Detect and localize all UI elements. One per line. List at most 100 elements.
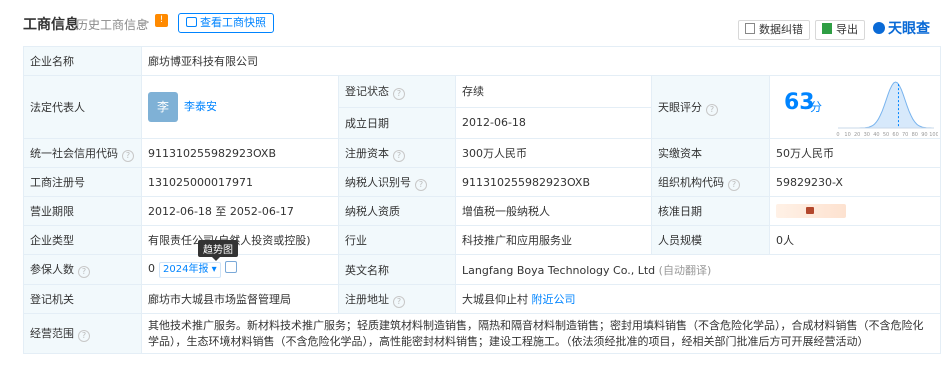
score-tick-label: 70 bbox=[902, 132, 908, 138]
scope-label-cell: 经营范围? bbox=[23, 313, 142, 354]
reg-status-value: 存续 bbox=[455, 75, 652, 108]
industry-value: 科技推广和应用服务业 bbox=[455, 225, 652, 255]
approve-date-cell[interactable] bbox=[768, 196, 942, 226]
score-widget[interactable]: 63 分 0 10 20 30 40 50 60 70 80 90 100 bbox=[776, 76, 938, 138]
insured-count: 0 bbox=[148, 262, 155, 275]
history-arrow-icon[interactable]: > bbox=[140, 15, 150, 29]
scope-value: 其他技术推广服务。新材料技术推广服务；轻质建筑材料制造销售，隔热和隔音材料制造销… bbox=[140, 313, 942, 354]
camera-icon bbox=[186, 17, 197, 27]
address-label: 注册地址 bbox=[345, 292, 389, 306]
avatar: 李 bbox=[148, 92, 178, 122]
score-tick-label: 90 bbox=[921, 132, 927, 138]
reg-capital-label-cell: 注册资本? bbox=[338, 138, 456, 168]
scope-label: 经营范围 bbox=[30, 327, 74, 340]
year-report-dropdown[interactable]: 2024年报 ▾ bbox=[159, 262, 221, 278]
credit-code-value: 911310255982923OXB bbox=[141, 138, 339, 168]
english-name-value: Langfang Boya Technology Co., Ltd bbox=[462, 263, 656, 277]
taxpayer-id-label: 纳税人识别号 bbox=[345, 175, 411, 189]
credit-code-label: 统一社会信用代码 bbox=[30, 146, 118, 160]
score-curve-area bbox=[838, 82, 934, 128]
help-icon[interactable]: ? bbox=[78, 330, 90, 342]
company-name-value: 廊坊博亚科技有限公司 bbox=[140, 46, 942, 76]
logo-icon bbox=[873, 22, 885, 34]
address-value: 大城县仰止村 bbox=[462, 293, 528, 306]
english-name-cell: Langfang Boya Technology Co., Ltd (自动翻译) bbox=[454, 254, 942, 285]
address-label-cell: 注册地址? bbox=[338, 284, 456, 314]
type-value: 有限责任公司(自然人投资或控股) bbox=[141, 225, 339, 255]
help-icon[interactable]: ? bbox=[728, 178, 740, 191]
taxpayer-id-value: 911310255982923OXB bbox=[455, 167, 652, 197]
score-label-cell: 天眼评分? bbox=[651, 75, 770, 139]
help-icon[interactable]: ? bbox=[122, 149, 134, 162]
help-icon[interactable]: ? bbox=[393, 295, 405, 308]
insured-cell: 0 2024年报 ▾ bbox=[141, 254, 339, 285]
section-title: 工商信息 bbox=[23, 17, 79, 33]
score-tick-label: 0 bbox=[836, 132, 839, 138]
score-tick-label: 50 bbox=[883, 132, 889, 138]
excel-icon bbox=[822, 23, 832, 34]
snapshot-button[interactable]: 查看工商快照 bbox=[178, 13, 274, 33]
reg-status-label-cell: 登记状态? bbox=[338, 75, 456, 108]
credit-code-label-cell: 统一社会信用代码? bbox=[23, 138, 142, 168]
help-icon[interactable]: ? bbox=[415, 178, 427, 191]
tianyancha-logo: 天眼查 bbox=[873, 18, 930, 38]
help-icon[interactable]: ? bbox=[706, 103, 718, 116]
insured-label-cell: 参保人数? bbox=[23, 254, 142, 285]
industry-label: 行业 bbox=[338, 225, 456, 255]
auto-translate-note: (自动翻译) bbox=[658, 263, 712, 277]
section-header: 工商信息 历史工商信息 > ! 查看工商快照 数据纠错 导出 天眼查 bbox=[0, 0, 950, 41]
notification-icon[interactable]: ! bbox=[155, 14, 168, 27]
company-name-label: 企业名称 bbox=[23, 46, 142, 76]
insured-label: 参保人数 bbox=[30, 263, 74, 276]
help-icon[interactable]: ? bbox=[393, 87, 405, 100]
help-icon[interactable]: ? bbox=[78, 266, 90, 278]
trend-chart-icon[interactable] bbox=[224, 261, 237, 273]
staff-size-value: 0人 bbox=[768, 225, 942, 255]
export-button[interactable]: 导出 bbox=[815, 20, 865, 40]
legal-rep-cell: 李李泰安 bbox=[141, 75, 339, 139]
score-label: 天眼评分 bbox=[658, 100, 702, 114]
org-code-label: 组织机构代码 bbox=[658, 175, 724, 189]
history-link[interactable]: 历史工商信息 bbox=[76, 16, 148, 33]
term-label: 营业期限 bbox=[23, 196, 142, 226]
term-value: 2012-06-18 至 2052-06-17 bbox=[141, 196, 339, 226]
locked-value[interactable] bbox=[776, 204, 846, 218]
tax-qual-value: 增值税一般纳税人 bbox=[455, 196, 652, 226]
score-tick-label: 80 bbox=[912, 132, 918, 138]
score-cell[interactable]: 63 分 0 10 20 30 40 50 60 70 80 90 100 bbox=[768, 75, 942, 139]
tax-qual-label: 纳税人资质 bbox=[338, 196, 456, 226]
authority-label: 登记机关 bbox=[23, 284, 142, 314]
reg-capital-value: 300万人民币 bbox=[455, 138, 652, 168]
found-date-value: 2012-06-18 bbox=[455, 106, 652, 139]
error-report-button[interactable]: 数据纠错 bbox=[738, 20, 810, 40]
legal-rep-label: 法定代表人 bbox=[23, 75, 142, 139]
trend-tooltip: 趋势图 bbox=[198, 240, 238, 261]
org-code-label-cell: 组织机构代码? bbox=[651, 167, 770, 197]
authority-value: 廊坊市大城县市场监督管理局 bbox=[141, 284, 339, 314]
found-date-label: 成立日期 bbox=[338, 106, 456, 139]
reg-no-label: 工商注册号 bbox=[23, 167, 142, 197]
business-info-table: 企业名称 廊坊博亚科技有限公司 法定代表人 李李泰安 登记状态? 存续 天眼评分… bbox=[23, 46, 942, 354]
reg-no-value: 131025000017971 bbox=[141, 167, 339, 197]
taxpayer-id-label-cell: 纳税人识别号? bbox=[338, 167, 456, 197]
score-distribution-chart: 0 10 20 30 40 50 60 70 80 90 100 bbox=[836, 81, 938, 138]
approve-date-label: 核准日期 bbox=[651, 196, 770, 226]
legal-rep-name-link[interactable]: 李泰安 bbox=[184, 100, 217, 113]
org-code-value: 59829230-X bbox=[768, 167, 942, 197]
score-tick-label: 20 bbox=[854, 132, 860, 138]
staff-size-label: 人员规模 bbox=[651, 225, 770, 255]
score-unit: 分 bbox=[810, 100, 823, 114]
score-tick-label: 100 bbox=[929, 132, 938, 138]
english-name-label: 英文名称 bbox=[338, 254, 456, 285]
score-tick-label: 40 bbox=[873, 132, 879, 138]
score-tick-label: 30 bbox=[864, 132, 870, 138]
paid-capital-label: 实缴资本 bbox=[651, 138, 770, 168]
address-cell: 大城县仰止村 附近公司 bbox=[454, 284, 942, 314]
score-tick-label: 10 bbox=[844, 132, 850, 138]
reg-status-label: 登记状态 bbox=[345, 84, 389, 98]
paid-capital-value: 50万人民币 bbox=[768, 138, 942, 168]
flag-icon bbox=[745, 23, 755, 34]
nearby-companies-link[interactable]: 附近公司 bbox=[532, 293, 576, 306]
help-icon[interactable]: ? bbox=[393, 149, 405, 162]
reg-capital-label: 注册资本 bbox=[345, 146, 389, 160]
